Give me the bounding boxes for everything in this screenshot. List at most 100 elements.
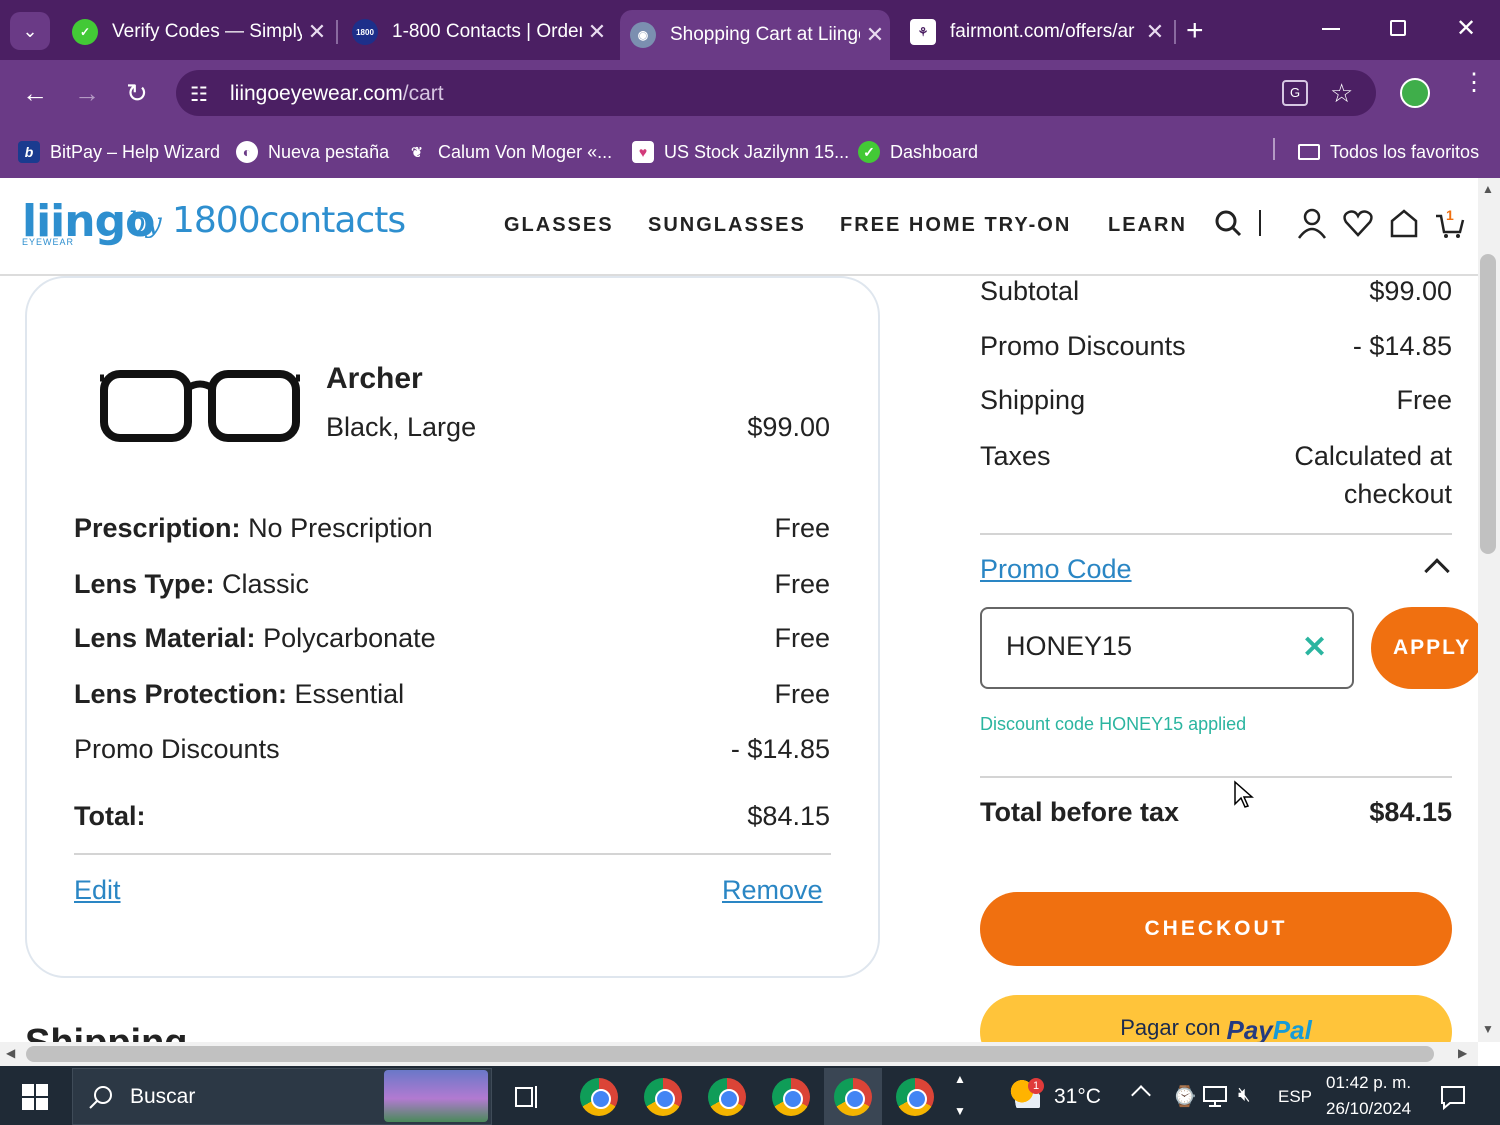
item-promo-value: - $14.85 [730,734,830,764]
clear-promo-icon[interactable]: ✕ [1302,630,1327,665]
tab-search-button[interactable]: ⌄ [10,12,50,50]
tab-divider [1174,20,1176,44]
simplycodes-icon: ✓ [72,19,98,45]
nav-sunglasses[interactable]: SUNGLASSES [648,214,806,237]
windows-start-icon[interactable] [22,1084,48,1110]
nav-learn[interactable]: LEARN [1108,214,1187,237]
vertical-scroll-thumb[interactable] [1480,254,1496,554]
logo-1800contacts: 1800contacts [172,200,406,241]
bookmark-dashboard[interactable]: ✓ Dashboard [858,136,978,168]
edit-link[interactable]: Edit [74,875,121,906]
chevron-down-icon: ⌄ [22,20,38,41]
chrome-taskbar-icon[interactable] [708,1078,746,1116]
total-before-tax-label: Total before tax [980,797,1180,827]
chevron-up-icon[interactable] [1424,558,1450,584]
tab-fairmont[interactable]: ⚘ fairmont.com/offers/ar ✕ [900,8,1170,56]
item-price: $99.00 [747,412,830,442]
new-tab-button[interactable]: + [1186,14,1204,48]
taxes-value: Calculated at [1294,441,1452,471]
row-value: Classic [222,569,310,599]
tab-shopping-cart[interactable]: ◉ Shopping Cart at Liingo ✕ [620,10,890,60]
clock-time[interactable]: 01:42 p. m. [1326,1073,1411,1093]
row-value: Polycarbonate [263,623,436,653]
forward-button[interactable]: → [74,78,100,109]
close-icon[interactable]: ✕ [1140,19,1170,45]
chrome-taskbar-icon[interactable] [580,1078,618,1116]
all-bookmarks[interactable]: Todos los favoritos [1298,136,1479,168]
paypal-prefix: Pagar con [1120,1015,1221,1040]
chrome-taskbar-icon[interactable] [772,1078,810,1116]
chrome-taskbar-icon[interactable] [896,1078,934,1116]
weather-temp[interactable]: 31°C [1054,1085,1101,1109]
chrome-taskbar-icon[interactable] [644,1078,682,1116]
heart-icon[interactable] [1342,206,1374,240]
profile-avatar[interactable] [1400,78,1430,108]
row-price: Free [774,513,830,543]
row-label: Prescription: [74,513,241,543]
nav-glasses[interactable]: GLASSES [504,214,614,237]
input-language[interactable]: ESP [1278,1087,1312,1107]
header-divider [1259,210,1261,236]
apply-button[interactable]: APPLY [1371,607,1486,689]
item-total-label: Total: [74,801,146,831]
fairmont-icon: ⚘ [910,19,936,45]
bitpay-icon: b [18,141,40,163]
search-highlight-image [384,1070,488,1122]
leaf-icon: ❦ [411,143,423,160]
bookmark-us-stock[interactable]: ♥ US Stock Jazilynn 15... [632,136,849,168]
nav-free-home-try-on[interactable]: FREE HOME TRY-ON [840,214,1071,237]
row-lens-type: Lens Type: Classic [74,569,309,600]
scroll-down-arrow[interactable]: ▼ [1482,1022,1494,1036]
back-button[interactable]: ← [22,78,48,109]
total-before-tax-value: $84.15 [1369,797,1452,827]
meet-now-icon[interactable]: ⌚ [1172,1084,1197,1109]
remove-link[interactable]: Remove [722,875,823,906]
clock-date[interactable]: 26/10/2024 [1326,1099,1411,1119]
close-icon[interactable]: ✕ [582,19,612,45]
scroll-right-arrow[interactable]: ▶ [1458,1046,1467,1060]
home-icon[interactable] [1388,206,1420,240]
minimize-button[interactable] [1322,28,1340,30]
promo-code-toggle[interactable]: Promo Code [980,554,1132,585]
reload-button[interactable]: ↻ [126,78,148,109]
volume-muted-icon[interactable]: 🔇︎ [1238,1084,1251,1107]
bookmark-calum[interactable]: ❦ Calum Von Moger «... [406,136,612,168]
bookmark-bitpay[interactable]: b BitPay – Help Wizard [18,136,220,168]
site-info-icon[interactable]: ☷ [190,82,208,107]
scroll-up-arrow[interactable]: ▲ [1482,182,1494,196]
url-text[interactable]: liingoeyewear.com/cart [230,82,444,106]
divider [980,533,1452,535]
summary-promo-label: Promo Discounts [980,331,1186,361]
checkout-button[interactable]: CHECKOUT [980,892,1452,966]
notification-center-icon[interactable] [1440,1084,1466,1110]
archer-glasses-image[interactable] [100,368,300,444]
network-icon[interactable] [1202,1084,1228,1108]
item-variant: Black, Large [326,412,477,442]
chrome-taskbar-icon-active[interactable] [834,1078,872,1116]
scroll-left-arrow[interactable]: ◀ [6,1046,15,1060]
tab-1800-contacts[interactable]: 1800 1-800 Contacts | Order ✕ [342,8,612,56]
translate-icon[interactable]: G [1282,80,1308,106]
horizontal-scroll-thumb[interactable] [26,1046,1434,1062]
taskbar-overflow-up-icon[interactable]: ▲ [954,1072,966,1086]
shipping-heading: Shipping [25,1022,188,1042]
row-prescription: Prescription: No Prescription [74,513,433,544]
tab-verify-codes[interactable]: ✓ Verify Codes — SimplyCodes ✕ [62,8,332,56]
taxes-label: Taxes [980,441,1051,471]
row-value: Essential [294,679,405,709]
taskbar-overflow-down-icon[interactable]: ▼ [954,1104,966,1118]
restore-button[interactable] [1390,20,1406,36]
logo-by-text: by [128,206,162,239]
row-label: Lens Protection: [74,679,288,709]
task-view-icon[interactable] [514,1084,542,1110]
menu-kebab-icon[interactable]: ⋮ [1462,71,1486,95]
bookmark-star-icon[interactable]: ☆ [1330,78,1353,109]
search-icon[interactable] [1212,206,1244,240]
summary-promo-value: - $14.85 [1352,331,1452,361]
account-icon[interactable] [1296,206,1328,240]
window-close-button[interactable]: ✕ [1456,14,1476,43]
close-icon[interactable]: ✕ [302,19,332,45]
close-icon[interactable]: ✕ [860,22,890,48]
bookmark-nueva-pestana[interactable]: ◐ Nueva pestaña [236,136,389,168]
subtotal-value: $99.00 [1369,276,1452,306]
